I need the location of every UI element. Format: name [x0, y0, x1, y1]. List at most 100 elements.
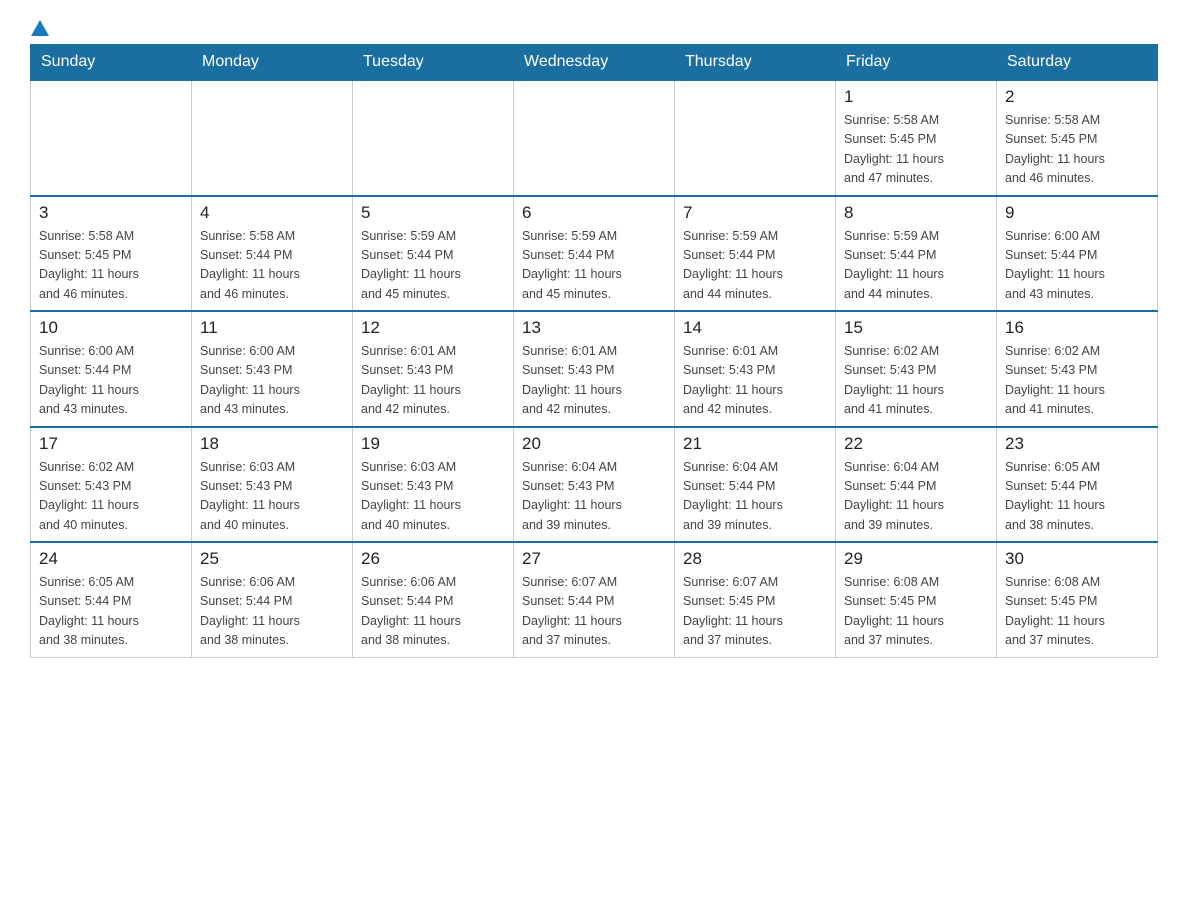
- day-number: 10: [39, 318, 183, 338]
- day-info: Sunrise: 6:08 AM Sunset: 5:45 PM Dayligh…: [844, 573, 988, 651]
- day-info: Sunrise: 6:04 AM Sunset: 5:44 PM Dayligh…: [683, 458, 827, 536]
- calendar-week-row: 10 Sunrise: 6:00 AM Sunset: 5:44 PM Dayli…: [31, 311, 1158, 427]
- calendar-cell: 5 Sunrise: 5:59 AM Sunset: 5:44 PM Daylig…: [353, 196, 514, 312]
- day-info: Sunrise: 6:06 AM Sunset: 5:44 PM Dayligh…: [200, 573, 344, 651]
- calendar-cell: 19 Sunrise: 6:03 AM Sunset: 5:43 PM Dayli…: [353, 427, 514, 543]
- calendar-header-monday: Monday: [192, 45, 353, 81]
- day-number: 16: [1005, 318, 1149, 338]
- day-info: Sunrise: 5:58 AM Sunset: 5:45 PM Dayligh…: [1005, 111, 1149, 189]
- calendar-cell: 12 Sunrise: 6:01 AM Sunset: 5:43 PM Dayli…: [353, 311, 514, 427]
- calendar-cell: 27 Sunrise: 6:07 AM Sunset: 5:44 PM Dayli…: [514, 542, 675, 657]
- calendar-cell: [675, 80, 836, 196]
- calendar-cell: 14Sunrise: 6:01 AM Sunset: 5:43 PM Dayli…: [675, 311, 836, 427]
- day-number: 24: [39, 549, 183, 569]
- calendar-cell: 8 Sunrise: 5:59 AM Sunset: 5:44 PM Daylig…: [836, 196, 997, 312]
- day-info: Sunrise: 6:04 AM Sunset: 5:44 PM Dayligh…: [844, 458, 988, 536]
- calendar-cell: 7 Sunrise: 5:59 AM Sunset: 5:44 PM Daylig…: [675, 196, 836, 312]
- calendar-cell: 1 Sunrise: 5:58 AM Sunset: 5:45 PM Daylig…: [836, 80, 997, 196]
- day-info: Sunrise: 6:02 AM Sunset: 5:43 PM Dayligh…: [844, 342, 988, 420]
- page-header: [30, 20, 1158, 34]
- calendar-header-wednesday: Wednesday: [514, 45, 675, 81]
- calendar-cell: 24 Sunrise: 6:05 AM Sunset: 5:44 PM Dayli…: [31, 542, 192, 657]
- day-number: 17: [39, 434, 183, 454]
- calendar-cell: 18Sunrise: 6:03 AM Sunset: 5:43 PM Dayli…: [192, 427, 353, 543]
- day-number: 9: [1005, 203, 1149, 223]
- day-info: Sunrise: 6:00 AM Sunset: 5:43 PM Dayligh…: [200, 342, 344, 420]
- calendar-cell: 16Sunrise: 6:02 AM Sunset: 5:43 PM Dayli…: [997, 311, 1158, 427]
- day-number: 11: [200, 318, 344, 338]
- day-info: Sunrise: 6:06 AM Sunset: 5:44 PM Dayligh…: [361, 573, 505, 651]
- calendar-cell: 13 Sunrise: 6:01 AM Sunset: 5:43 PM Dayli…: [514, 311, 675, 427]
- day-info: Sunrise: 6:07 AM Sunset: 5:44 PM Dayligh…: [522, 573, 666, 651]
- calendar-header-tuesday: Tuesday: [353, 45, 514, 81]
- calendar-header-friday: Friday: [836, 45, 997, 81]
- calendar-cell: 6 Sunrise: 5:59 AM Sunset: 5:44 PM Daylig…: [514, 196, 675, 312]
- calendar-cell: 21 Sunrise: 6:04 AM Sunset: 5:44 PM Dayli…: [675, 427, 836, 543]
- calendar-week-row: 24 Sunrise: 6:05 AM Sunset: 5:44 PM Dayli…: [31, 542, 1158, 657]
- day-info: Sunrise: 6:01 AM Sunset: 5:43 PM Dayligh…: [522, 342, 666, 420]
- day-number: 21: [683, 434, 827, 454]
- day-number: 26: [361, 549, 505, 569]
- day-info: Sunrise: 6:08 AM Sunset: 5:45 PM Dayligh…: [1005, 573, 1149, 651]
- day-number: 7: [683, 203, 827, 223]
- day-info: Sunrise: 5:59 AM Sunset: 5:44 PM Dayligh…: [522, 227, 666, 305]
- logo-triangle-icon: [31, 20, 49, 36]
- day-number: 22: [844, 434, 988, 454]
- calendar-header-saturday: Saturday: [997, 45, 1158, 81]
- calendar-table: SundayMondayTuesdayWednesdayThursdayFrid…: [30, 44, 1158, 658]
- day-number: 13: [522, 318, 666, 338]
- calendar-cell: 9 Sunrise: 6:00 AM Sunset: 5:44 PM Daylig…: [997, 196, 1158, 312]
- calendar-cell: 10 Sunrise: 6:00 AM Sunset: 5:44 PM Dayli…: [31, 311, 192, 427]
- day-info: Sunrise: 5:58 AM Sunset: 5:45 PM Dayligh…: [39, 227, 183, 305]
- day-info: Sunrise: 6:03 AM Sunset: 5:43 PM Dayligh…: [361, 458, 505, 536]
- day-number: 25: [200, 549, 344, 569]
- day-info: Sunrise: 6:05 AM Sunset: 5:44 PM Dayligh…: [1005, 458, 1149, 536]
- calendar-cell: 26 Sunrise: 6:06 AM Sunset: 5:44 PM Dayli…: [353, 542, 514, 657]
- calendar-cell: 20Sunrise: 6:04 AM Sunset: 5:43 PM Dayli…: [514, 427, 675, 543]
- day-info: Sunrise: 6:00 AM Sunset: 5:44 PM Dayligh…: [39, 342, 183, 420]
- day-info: Sunrise: 6:01 AM Sunset: 5:43 PM Dayligh…: [361, 342, 505, 420]
- day-number: 12: [361, 318, 505, 338]
- day-info: Sunrise: 6:05 AM Sunset: 5:44 PM Dayligh…: [39, 573, 183, 651]
- day-info: Sunrise: 5:59 AM Sunset: 5:44 PM Dayligh…: [361, 227, 505, 305]
- day-number: 23: [1005, 434, 1149, 454]
- calendar-cell: [31, 80, 192, 196]
- calendar-cell: 28 Sunrise: 6:07 AM Sunset: 5:45 PM Dayli…: [675, 542, 836, 657]
- calendar-cell: [514, 80, 675, 196]
- calendar-cell: [192, 80, 353, 196]
- calendar-cell: 22 Sunrise: 6:04 AM Sunset: 5:44 PM Dayli…: [836, 427, 997, 543]
- day-number: 30: [1005, 549, 1149, 569]
- day-info: Sunrise: 6:07 AM Sunset: 5:45 PM Dayligh…: [683, 573, 827, 651]
- calendar-header-sunday: Sunday: [31, 45, 192, 81]
- day-info: Sunrise: 6:02 AM Sunset: 5:43 PM Dayligh…: [39, 458, 183, 536]
- day-info: Sunrise: 6:04 AM Sunset: 5:43 PM Dayligh…: [522, 458, 666, 536]
- calendar-cell: 23 Sunrise: 6:05 AM Sunset: 5:44 PM Dayli…: [997, 427, 1158, 543]
- calendar-cell: 17 Sunrise: 6:02 AM Sunset: 5:43 PM Dayli…: [31, 427, 192, 543]
- day-number: 5: [361, 203, 505, 223]
- day-info: Sunrise: 6:00 AM Sunset: 5:44 PM Dayligh…: [1005, 227, 1149, 305]
- day-number: 6: [522, 203, 666, 223]
- calendar-cell: 3 Sunrise: 5:58 AM Sunset: 5:45 PM Daylig…: [31, 196, 192, 312]
- day-info: Sunrise: 5:59 AM Sunset: 5:44 PM Dayligh…: [683, 227, 827, 305]
- day-number: 3: [39, 203, 183, 223]
- calendar-header-thursday: Thursday: [675, 45, 836, 81]
- calendar-week-row: 17 Sunrise: 6:02 AM Sunset: 5:43 PM Dayli…: [31, 427, 1158, 543]
- calendar-cell: 2Sunrise: 5:58 AM Sunset: 5:45 PM Daylig…: [997, 80, 1158, 196]
- day-number: 18: [200, 434, 344, 454]
- calendar-cell: 30 Sunrise: 6:08 AM Sunset: 5:45 PM Dayli…: [997, 542, 1158, 657]
- day-number: 27: [522, 549, 666, 569]
- calendar-week-row: 1 Sunrise: 5:58 AM Sunset: 5:45 PM Daylig…: [31, 80, 1158, 196]
- day-number: 14: [683, 318, 827, 338]
- day-number: 4: [200, 203, 344, 223]
- day-info: Sunrise: 5:58 AM Sunset: 5:45 PM Dayligh…: [844, 111, 988, 189]
- calendar-cell: 15 Sunrise: 6:02 AM Sunset: 5:43 PM Dayli…: [836, 311, 997, 427]
- day-info: Sunrise: 5:59 AM Sunset: 5:44 PM Dayligh…: [844, 227, 988, 305]
- day-number: 28: [683, 549, 827, 569]
- calendar-week-row: 3 Sunrise: 5:58 AM Sunset: 5:45 PM Daylig…: [31, 196, 1158, 312]
- calendar-cell: [353, 80, 514, 196]
- day-number: 8: [844, 203, 988, 223]
- day-number: 15: [844, 318, 988, 338]
- day-number: 1: [844, 87, 988, 107]
- day-number: 19: [361, 434, 505, 454]
- logo: [30, 20, 49, 34]
